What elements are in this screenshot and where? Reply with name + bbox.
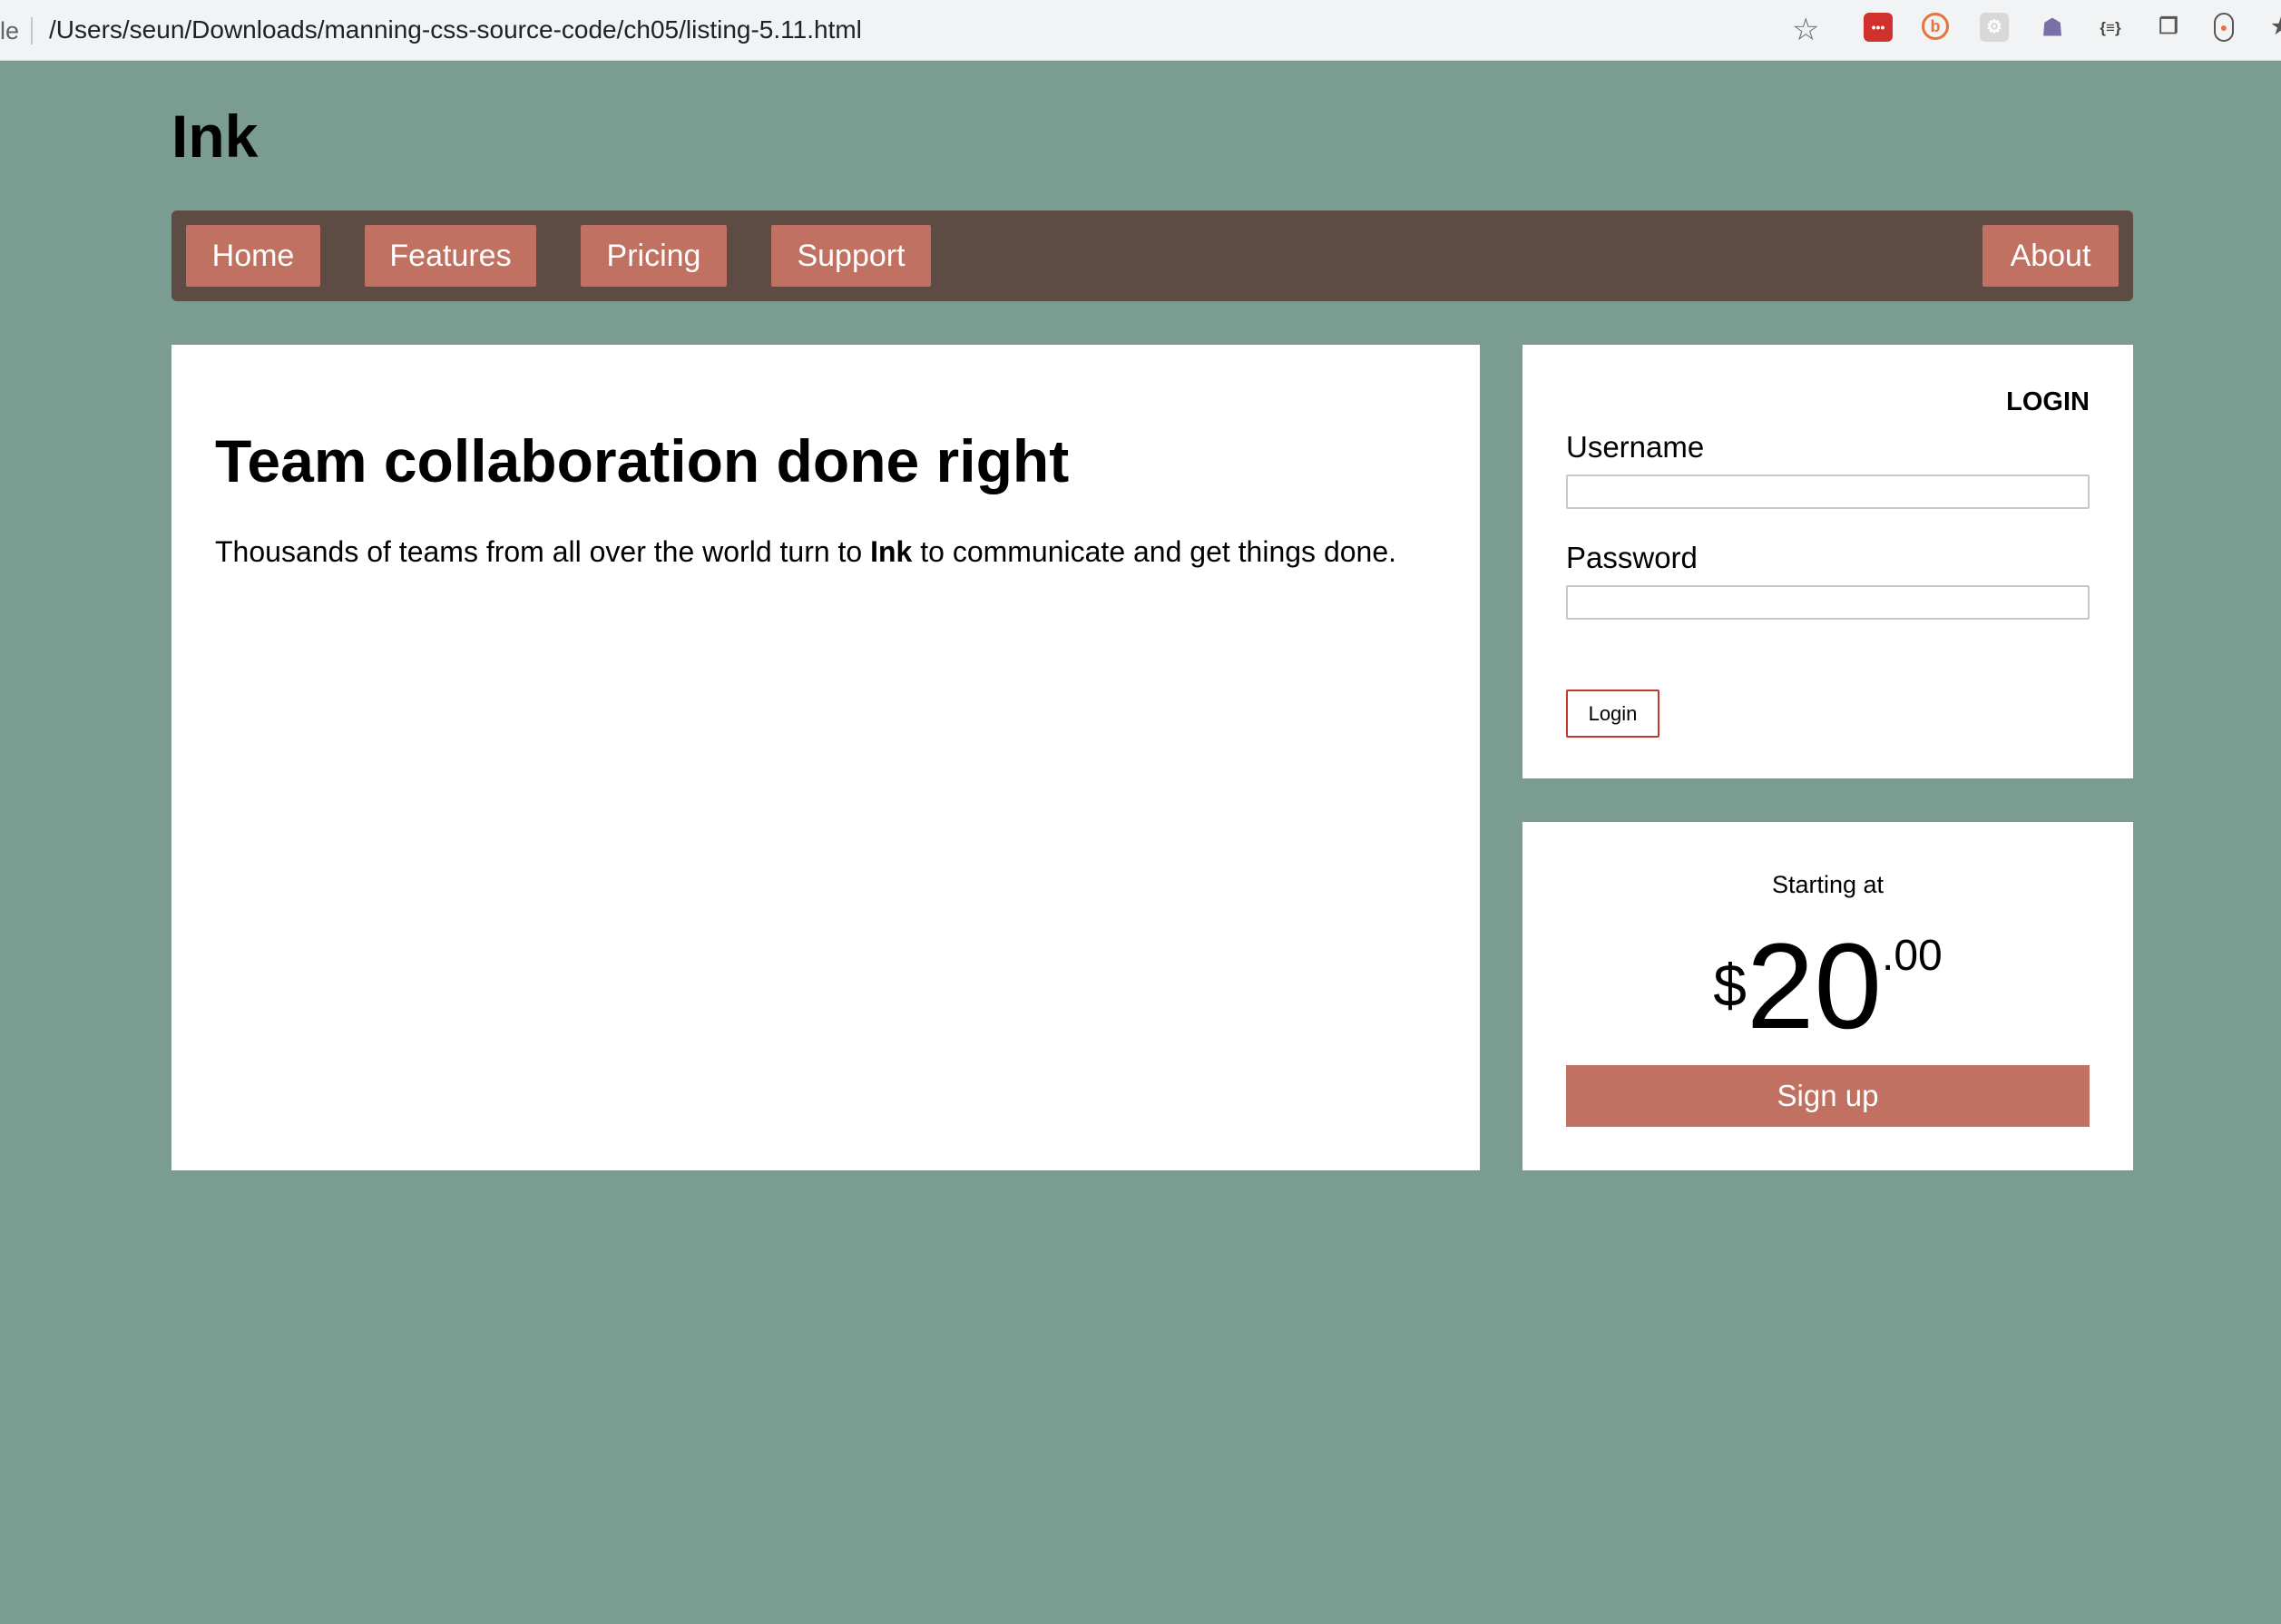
url-text[interactable]: /Users/seun/Downloads/manning-css-source…: [49, 15, 862, 44]
hero-text-after: to communicate and get things done.: [912, 535, 1397, 568]
pill-icon[interactable]: ●: [2214, 13, 2234, 42]
price-cents: .00: [1882, 932, 1943, 980]
price-currency: $: [1713, 952, 1747, 1019]
star-icon[interactable]: ☆: [1792, 15, 1819, 45]
hero-text-before: Thousands of teams from all over the wor…: [215, 535, 871, 568]
signup-button[interactable]: Sign up: [1566, 1065, 2090, 1127]
login-card: LOGIN Username Password Login: [1522, 345, 2133, 778]
nav-features[interactable]: Features: [365, 225, 536, 287]
hero-title: Team collaboration done right: [215, 427, 1070, 494]
octocat-icon[interactable]: ☗: [2038, 13, 2067, 42]
address-bar[interactable]: le /Users/seun/Downloads/manning-css-sou…: [0, 5, 1838, 52]
main-nav: Home Features Pricing Support About: [171, 210, 2133, 301]
starting-at-label: Starting at: [1771, 871, 1885, 898]
lastpass-icon[interactable]: •••: [1864, 13, 1893, 42]
hero-text: Thousands of teams from all over the wor…: [215, 535, 1396, 569]
nav-support[interactable]: Support: [771, 225, 931, 287]
password-input[interactable]: [1566, 585, 2090, 620]
login-heading: LOGIN: [2006, 387, 2090, 416]
windows-icon[interactable]: ❐: [2154, 13, 2183, 42]
json-icon[interactable]: {≡}: [2096, 13, 2125, 42]
hero-text-brand: Ink: [870, 535, 913, 568]
hero-card: Team collaboration done right Thousands …: [171, 345, 1480, 1170]
browser-toolbar: le /Users/seun/Downloads/manning-css-sou…: [0, 0, 2281, 61]
nav-home[interactable]: Home: [186, 225, 320, 287]
login-button[interactable]: Login: [1566, 690, 1659, 738]
page: Ink Home Features Pricing Support About …: [0, 61, 2281, 1624]
url-separator: [31, 17, 33, 44]
nav-about[interactable]: About: [1982, 225, 2119, 287]
brand-title: Ink: [171, 103, 259, 170]
price-amount: 20: [1746, 919, 1883, 1054]
password-label: Password: [1566, 541, 1698, 574]
puzzle-icon[interactable]: ★: [2266, 13, 2281, 42]
pricing-card: Starting at $20.00 Sign up: [1522, 822, 2133, 1170]
url-prefix: le: [0, 17, 20, 44]
price: $20.00: [1522, 926, 2133, 1048]
gear-extension-icon[interactable]: ⚙: [1980, 13, 2009, 42]
username-label: Username: [1566, 430, 1705, 464]
nav-pricing[interactable]: Pricing: [581, 225, 727, 287]
brave-icon[interactable]: b: [1922, 13, 1949, 40]
username-input[interactable]: [1566, 474, 2090, 509]
